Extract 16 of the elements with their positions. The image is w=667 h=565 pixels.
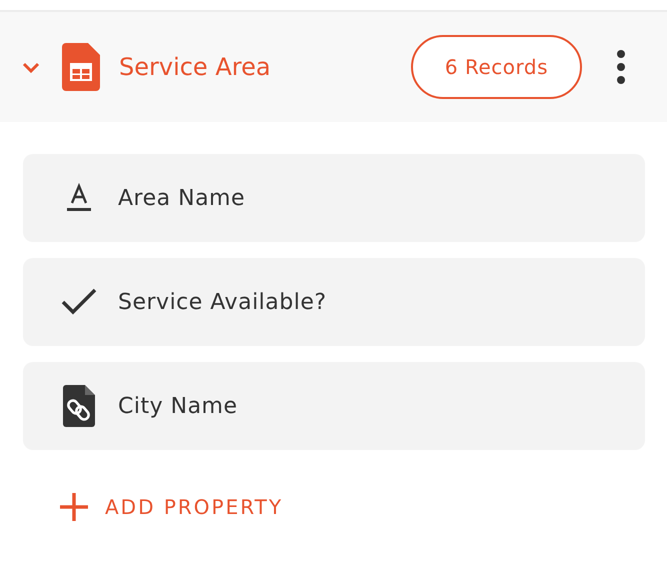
more-options-icon[interactable]	[616, 50, 626, 84]
property-label: City Name	[118, 394, 238, 418]
linked-document-icon	[61, 384, 97, 428]
spreadsheet-icon	[62, 43, 100, 91]
plus-icon	[59, 492, 89, 522]
table-title: Service Area	[119, 53, 272, 81]
text-format-icon	[64, 183, 94, 213]
property-label: Service Available?	[118, 290, 327, 314]
property-row[interactable]: Service Available?	[23, 258, 645, 346]
chevron-icon[interactable]	[21, 60, 41, 74]
property-row[interactable]: City Name	[23, 362, 645, 450]
add-property-button[interactable]: ADD PROPERTY	[55, 488, 288, 526]
property-row[interactable]: Area Name	[23, 154, 645, 242]
records-button[interactable]: 6 Records	[410, 35, 582, 99]
checkmark-icon	[61, 288, 97, 316]
property-label: Area Name	[118, 186, 246, 210]
